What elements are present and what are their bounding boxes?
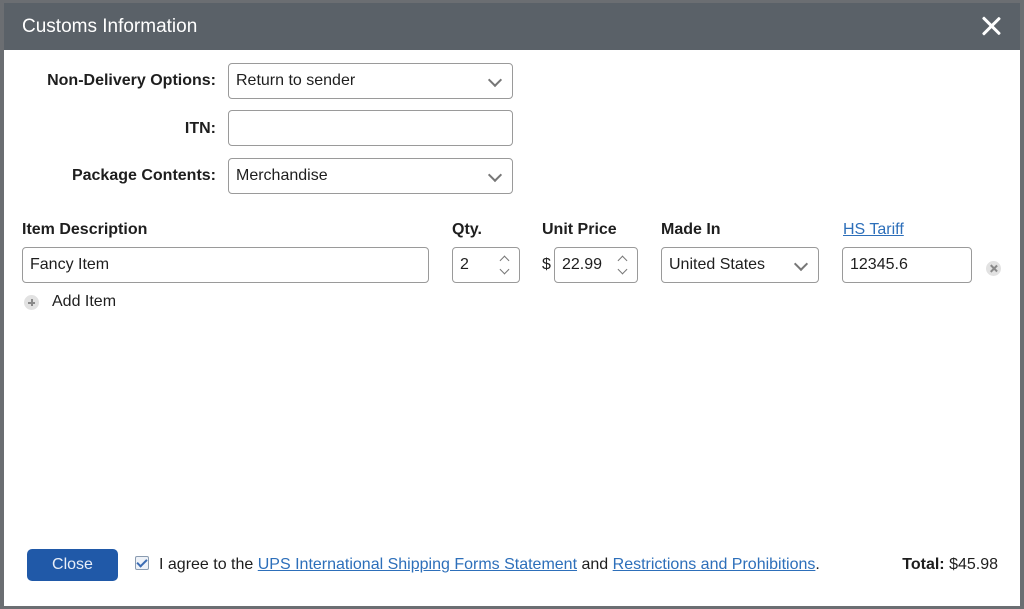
hs-tariff-link[interactable]: HS Tariff — [843, 221, 904, 239]
stepper-arrows[interactable] — [499, 252, 510, 278]
stepper-arrows[interactable] — [617, 252, 628, 278]
add-item-label: Add Item — [52, 293, 117, 310]
plus-circle-icon — [24, 295, 39, 310]
customs-information-dialog: Customs Information Non-Delivery Options… — [4, 3, 1020, 606]
total-label: Total: — [902, 556, 945, 573]
non-delivery-options-label: Non-Delivery Options: — [47, 72, 216, 89]
made-in-header: Made In — [661, 221, 721, 238]
chevron-down-icon — [793, 256, 809, 272]
item-description-header: Item Description — [22, 221, 148, 238]
agree-checkbox[interactable] — [135, 556, 149, 570]
ups-shipping-forms-statement-link[interactable]: UPS International Shipping Forms Stateme… — [258, 556, 577, 573]
chevron-down-icon[interactable] — [499, 264, 510, 275]
chevron-down-icon — [487, 72, 503, 88]
restrictions-and-prohibitions-link[interactable]: Restrictions and Prohibitions — [613, 556, 816, 573]
itn-label: ITN: — [184, 120, 216, 137]
remove-item-icon[interactable] — [986, 261, 1001, 276]
dialog-title: Customs Information — [22, 16, 198, 37]
unit-price-stepper[interactable]: 22.99 — [554, 247, 638, 283]
qty-stepper[interactable]: 2 — [452, 247, 520, 283]
package-contents-value: Merchandise — [236, 167, 328, 184]
package-contents-select[interactable]: Merchandise — [228, 158, 513, 194]
qty-value: 2 — [460, 256, 469, 273]
chevron-down-icon[interactable] — [617, 264, 628, 275]
item-description-value: Fancy Item — [30, 256, 110, 273]
currency-symbol: $ — [542, 256, 551, 273]
package-contents-label: Package Contents: — [71, 167, 216, 184]
close-button[interactable]: Close — [27, 549, 118, 581]
close-x-icon[interactable] — [978, 13, 1004, 39]
non-delivery-options-value: Return to sender — [236, 72, 356, 89]
itn-input[interactable] — [228, 110, 513, 146]
made-in-value: United States — [669, 256, 766, 273]
dialog-titlebar: Customs Information — [4, 3, 1020, 50]
non-delivery-options-select[interactable]: Return to sender — [228, 63, 513, 99]
agree-prefix-text: I agree to the — [159, 556, 254, 573]
agree-suffix-text: . — [815, 556, 820, 573]
agreement-row: I agree to the UPS International Shippin… — [135, 556, 820, 574]
hs-tariff-input[interactable]: 12345.6 — [842, 247, 972, 283]
item-description-input[interactable]: Fancy Item — [22, 247, 429, 283]
qty-header: Qty. — [452, 221, 482, 238]
total: Total: $45.98 — [902, 556, 998, 574]
chevron-down-icon — [487, 167, 503, 183]
hs-tariff-value: 12345.6 — [850, 256, 908, 273]
made-in-select[interactable]: United States — [661, 247, 819, 283]
unit-price-header: Unit Price — [542, 221, 617, 238]
total-value: $45.98 — [949, 556, 998, 573]
agree-mid-text: and — [581, 556, 609, 573]
unit-price-value: 22.99 — [562, 256, 603, 273]
